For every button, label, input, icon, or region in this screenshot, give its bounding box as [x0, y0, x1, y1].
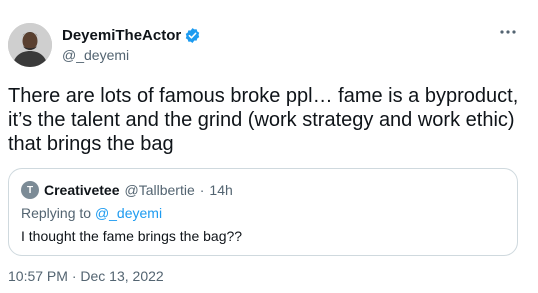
author-display-name[interactable]: DeyemiTheActor — [62, 27, 181, 44]
tweet-timestamp[interactable]: 10:57 PM · Dec 13, 2022 — [8, 268, 164, 284]
quoted-handle[interactable]: @Tallbertie — [125, 182, 195, 198]
author-name-row[interactable]: DeyemiTheActor — [62, 27, 201, 44]
quoted-display-name[interactable]: Creativetee — [44, 182, 120, 198]
separator-dot: · — [199, 182, 205, 198]
tweet-time[interactable]: 10:57 PM — [8, 268, 68, 284]
author-handle[interactable]: @_deyemi — [62, 47, 129, 63]
tweet-date[interactable]: Dec 13, 2022 — [80, 268, 163, 284]
replying-to-handle[interactable]: @_deyemi — [95, 205, 162, 221]
quoted-tweet-header: T Creativetee @Tallbertie · 14h — [21, 181, 233, 199]
quoted-time[interactable]: 14h — [209, 182, 232, 198]
tweet-text: There are lots of famous broke ppl… fame… — [8, 85, 519, 155]
more-options-icon[interactable] — [496, 22, 520, 42]
replying-to-line: Replying to @_deyemi — [21, 205, 162, 221]
quoted-tweet-text: I thought the fame brings the bag?? — [21, 228, 243, 244]
author-avatar[interactable] — [8, 23, 52, 67]
timestamp-separator: · — [71, 268, 77, 284]
quoted-tweet-card[interactable]: T Creativetee @Tallbertie · 14h Replying… — [8, 168, 518, 256]
replying-to-prefix: Replying to — [21, 205, 92, 221]
verified-badge-icon — [184, 27, 201, 44]
quoted-avatar[interactable]: T — [21, 181, 39, 199]
